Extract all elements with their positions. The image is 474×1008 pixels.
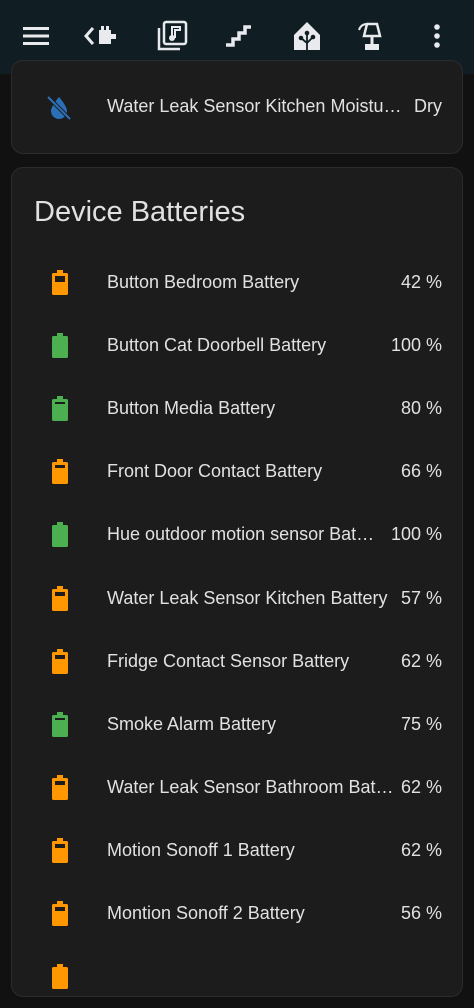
battery-icon <box>48 457 72 487</box>
battery-icon <box>48 710 72 740</box>
entity-state: 56 % <box>400 903 442 923</box>
home-assistant-icon[interactable] <box>285 14 329 58</box>
entity-state: 100 % <box>390 524 442 545</box>
menu-icon[interactable] <box>14 14 58 58</box>
entity-name: Montion Sonoff 2 Battery <box>107 903 305 923</box>
entity-name: Smoke Alarm Battery <box>107 713 277 734</box>
entity-state: 80 % <box>400 398 442 419</box>
more-vertical-icon[interactable] <box>415 14 459 58</box>
entity-name: Fridge Contact Sensor Battery <box>107 650 350 671</box>
entity-state: 42 % <box>400 272 442 292</box>
battery-icon <box>48 394 72 424</box>
entity-name: Motion Sonoff 1 Battery <box>107 839 295 860</box>
entity-row-battery[interactable]: Hue outdoor motion sensor Bat… 100 % <box>12 503 464 566</box>
entity-name: Hue outdoor motion sensor Bat… <box>107 524 375 545</box>
entity-name: Water Leak Sensor Bathroom Bat… <box>107 776 394 797</box>
battery-icon <box>48 520 72 550</box>
entity-row-battery[interactable]: Button Bedroom Battery 42 % <box>12 251 464 314</box>
entity-row-battery[interactable]: Button Media Battery 80 % <box>12 377 464 440</box>
card-title: Device Batteries <box>34 196 246 228</box>
entity-state: 62 % <box>400 839 442 860</box>
entity-row-battery[interactable]: Button Cat Doorbell Battery 100 % <box>12 314 464 377</box>
entity-name: Button Media Battery <box>107 398 276 419</box>
battery-icon <box>48 773 72 803</box>
entity-state: 75 % <box>400 713 442 734</box>
device-batteries-card: Device Batteries Button Bedroom Battery 4… <box>11 167 463 997</box>
entity-state: 62 % <box>400 650 442 671</box>
entity-state: 66 % <box>400 461 442 482</box>
battery-icon <box>48 962 72 992</box>
entity-state: 100 % <box>390 335 442 356</box>
entity-row-battery[interactable]: Front Door Contact Battery 66 % <box>12 440 464 503</box>
entity-row-battery[interactable]: Fridge Contact Sensor Battery 62 % <box>12 630 464 693</box>
entity-name: Water Leak Sensor Kitchen Battery <box>107 587 388 608</box>
battery-icon <box>48 268 72 298</box>
entity-row-battery[interactable]: Montion Sonoff 2 Battery 56 % <box>12 882 464 945</box>
entity-state: 62 % <box>400 776 442 797</box>
entity-state: Dry <box>414 96 442 116</box>
entity-row-battery[interactable]: Water Leak Sensor Bathroom Bat… 62 % <box>12 756 464 819</box>
battery-icon <box>48 584 72 614</box>
entity-name: Front Door Contact Battery <box>107 461 323 482</box>
entity-row-battery[interactable]: Water Leak Sensor Kitchen Battery 57 % <box>12 567 464 630</box>
music-library-icon[interactable] <box>150 14 194 58</box>
leak-sensor-card: Water Leak Sensor Kitchen Moistu… Dry <box>11 60 463 154</box>
battery-icon <box>48 899 72 929</box>
entity-row-battery[interactable]: Motion Sonoff 1 Battery 62 % <box>12 819 464 882</box>
entity-row-battery[interactable]: Smoke Alarm Battery 75 % <box>12 693 464 756</box>
water-off-icon <box>45 94 73 122</box>
entity-row-water-leak[interactable]: Water Leak Sensor Kitchen Moistu… Dry <box>12 75 464 138</box>
robot-vacuum-icon[interactable] <box>350 14 394 58</box>
entity-state: 57 % <box>400 587 442 608</box>
entity-name: Button Bedroom Battery <box>107 272 300 292</box>
battery-icon <box>48 647 72 677</box>
entity-name: Button Cat Doorbell Battery <box>107 335 327 356</box>
battery-icon <box>48 836 72 866</box>
entity-row-battery-partial[interactable] <box>12 945 464 1008</box>
back-to-code-icon[interactable] <box>79 14 123 58</box>
battery-icon <box>48 331 72 361</box>
entity-name: Water Leak Sensor Kitchen Moistu… <box>107 96 402 116</box>
stairs-icon[interactable] <box>216 14 260 58</box>
